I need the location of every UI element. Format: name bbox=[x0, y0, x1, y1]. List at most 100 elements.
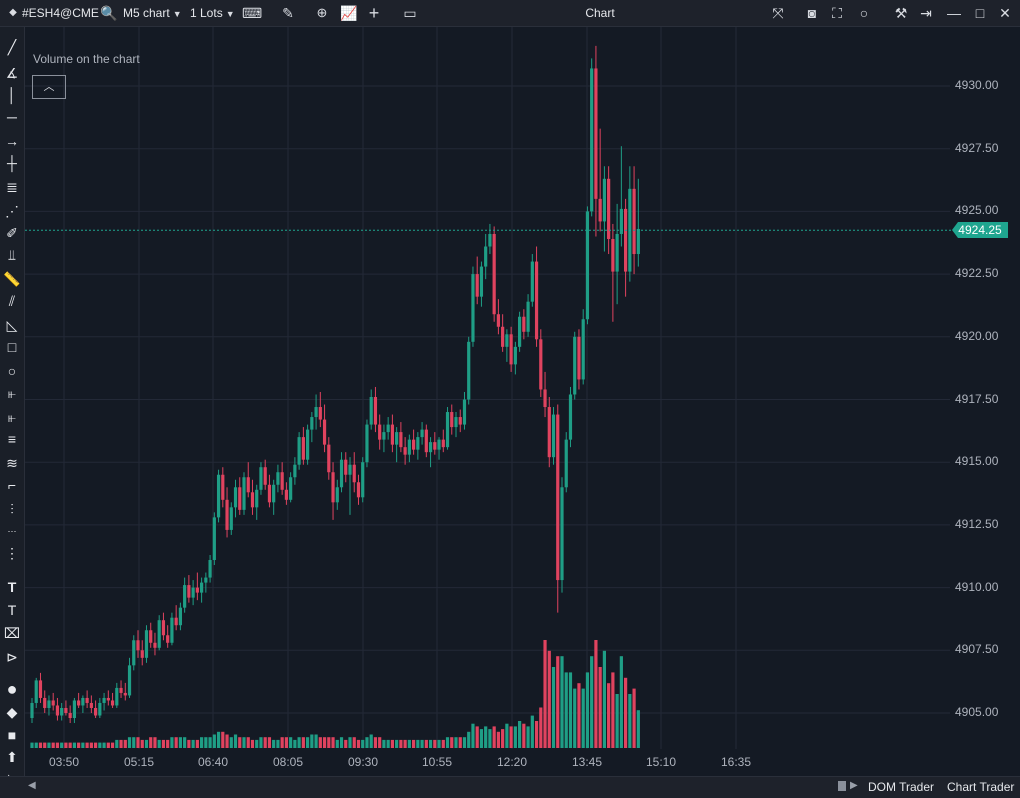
ruler-icon[interactable]: 📏 bbox=[2, 269, 22, 289]
collapse-button[interactable]: ︿ bbox=[32, 75, 66, 99]
candle-body bbox=[348, 464, 352, 475]
step-icon[interactable]: ⌐ bbox=[2, 475, 22, 495]
volume-bar bbox=[110, 742, 115, 748]
volume-bar bbox=[573, 688, 577, 748]
candle-body bbox=[382, 432, 386, 440]
horizontal-line-icon[interactable]: ─ bbox=[2, 107, 22, 127]
volume-bar bbox=[289, 737, 293, 748]
volume-bar bbox=[484, 726, 488, 748]
fullscreen-icon[interactable]: ⛶ bbox=[828, 0, 846, 26]
triangle-icon[interactable]: ◺ bbox=[2, 315, 22, 335]
dots-icon[interactable]: ⋯ bbox=[2, 521, 22, 541]
bars-icon[interactable]: ⫦ bbox=[2, 383, 22, 403]
symbol-selector[interactable]: #ESH4@CME bbox=[22, 0, 99, 26]
bars-icon-2[interactable]: ⫦ bbox=[2, 407, 22, 427]
list-icon[interactable]: ≡ bbox=[2, 429, 22, 449]
dot-icon[interactable]: ● bbox=[2, 679, 22, 699]
ellipse-icon[interactable]: ○ bbox=[2, 361, 22, 381]
dom-trader-button[interactable]: DOM Trader bbox=[868, 777, 934, 798]
angle-tool-icon[interactable]: ∡ bbox=[2, 63, 22, 83]
rectangle-icon[interactable]: □ bbox=[2, 337, 22, 357]
price-tick-label: 4917.50 bbox=[955, 391, 999, 406]
square-icon[interactable]: ■ bbox=[2, 725, 22, 745]
candle-body bbox=[255, 489, 259, 508]
lots-selector[interactable]: 1 Lots ▼ bbox=[190, 0, 235, 26]
candle-body bbox=[144, 630, 149, 658]
circle-icon[interactable]: ○ bbox=[856, 0, 872, 26]
volume-bar bbox=[263, 737, 267, 748]
candle-body bbox=[242, 477, 246, 510]
arrow-icon[interactable]: → bbox=[2, 131, 22, 151]
scroll-left-icon[interactable]: ◀ bbox=[28, 780, 36, 791]
keyboard-icon[interactable]: ⌨ bbox=[242, 0, 262, 26]
volume-bar bbox=[602, 650, 606, 748]
top-toolbar: ◆ #ESH4@CME 🔍 M5 chart ▼ 1 Lots ▼ ⌨ ✎ ⊕ 📈 … bbox=[0, 0, 1020, 27]
volume-bar bbox=[51, 742, 55, 748]
wave-icon[interactable]: ≋ bbox=[2, 453, 22, 473]
pitchfork-icon[interactable]: ⫫ bbox=[2, 245, 22, 265]
candle-body bbox=[34, 680, 38, 703]
label-icon[interactable]: ⌧ bbox=[2, 623, 22, 643]
volume-bar bbox=[47, 742, 51, 748]
camera-icon[interactable]: ◙ bbox=[804, 0, 820, 26]
up-arrow-icon[interactable]: ⬆ bbox=[2, 747, 22, 767]
volume-bar bbox=[174, 737, 178, 748]
fib-levels-icon[interactable]: ≣ bbox=[2, 177, 22, 197]
brush-icon[interactable]: ✐ bbox=[2, 223, 22, 243]
vertical-line-icon[interactable]: │ bbox=[2, 85, 22, 105]
chart-type-selector[interactable]: M5 chart ▼ bbox=[123, 0, 182, 26]
candle-body bbox=[636, 228, 640, 255]
line-tool-icon[interactable]: ╱ bbox=[2, 37, 22, 57]
histogram-icon[interactable]: ⫶ bbox=[2, 499, 22, 519]
minimize-icon[interactable]: — bbox=[945, 0, 963, 26]
candle-body bbox=[573, 336, 577, 395]
volume-bar bbox=[94, 742, 98, 748]
volume-bar bbox=[297, 737, 301, 748]
volume-bar bbox=[437, 739, 441, 748]
candle-body bbox=[174, 617, 178, 626]
candle-body bbox=[183, 585, 187, 608]
lots-label: 1 Lots bbox=[190, 6, 223, 20]
time-tick-label: 06:40 bbox=[197, 755, 229, 769]
diamond-icon[interactable]: ◆ bbox=[2, 702, 22, 722]
candle-body bbox=[530, 261, 534, 302]
pencil-icon[interactable]: ✎ bbox=[280, 0, 296, 26]
candle-body bbox=[547, 407, 551, 458]
chart-trader-button[interactable]: Chart Trader bbox=[947, 777, 1014, 798]
volume-bar bbox=[161, 739, 166, 748]
volume-bar bbox=[38, 742, 43, 748]
text-icon[interactable]: T bbox=[2, 600, 22, 620]
pin-icon[interactable]: ⇥ bbox=[918, 0, 934, 26]
candle-body bbox=[229, 507, 233, 530]
compare-icon[interactable]: ⤧ bbox=[770, 0, 786, 26]
zoom-icon[interactable]: ⊕ bbox=[314, 0, 330, 26]
candle-body bbox=[166, 635, 170, 643]
grip-icon[interactable]: ⋮ bbox=[2, 543, 22, 563]
tag-icon[interactable]: ⊳ bbox=[2, 647, 22, 667]
candle-body bbox=[225, 499, 229, 530]
cross-icon[interactable]: ┼ bbox=[2, 153, 22, 173]
maximize-icon[interactable]: □ bbox=[971, 0, 989, 26]
volume-bar bbox=[284, 737, 288, 748]
scrollbar-thumb[interactable] bbox=[838, 781, 846, 791]
window-icon[interactable]: ▭ bbox=[402, 0, 418, 26]
candle-body bbox=[462, 399, 467, 425]
candle-body bbox=[501, 326, 505, 347]
close-icon[interactable]: ✕ bbox=[996, 0, 1014, 26]
indicators-icon[interactable]: 📈 bbox=[340, 0, 357, 26]
price-chart[interactable] bbox=[25, 27, 1020, 777]
candle-body bbox=[509, 334, 513, 365]
channel-icon[interactable]: ⫽ bbox=[2, 291, 22, 311]
crosshair-icon[interactable]: + bbox=[366, 0, 382, 26]
volume-bar bbox=[539, 707, 543, 748]
scroll-right-icon[interactable]: ▶ bbox=[850, 780, 858, 791]
volume-bar bbox=[403, 739, 407, 748]
search-icon[interactable]: 🔍 bbox=[100, 0, 117, 26]
price-tick-label: 4910.00 bbox=[955, 579, 999, 594]
volume-bar bbox=[513, 726, 517, 748]
candle-body bbox=[598, 198, 602, 222]
candle-body bbox=[157, 620, 161, 648]
tools-icon[interactable]: ⚒ bbox=[893, 0, 909, 26]
text-lock-icon[interactable]: T bbox=[2, 577, 22, 597]
trend-icon[interactable]: ⋰ bbox=[2, 201, 22, 221]
